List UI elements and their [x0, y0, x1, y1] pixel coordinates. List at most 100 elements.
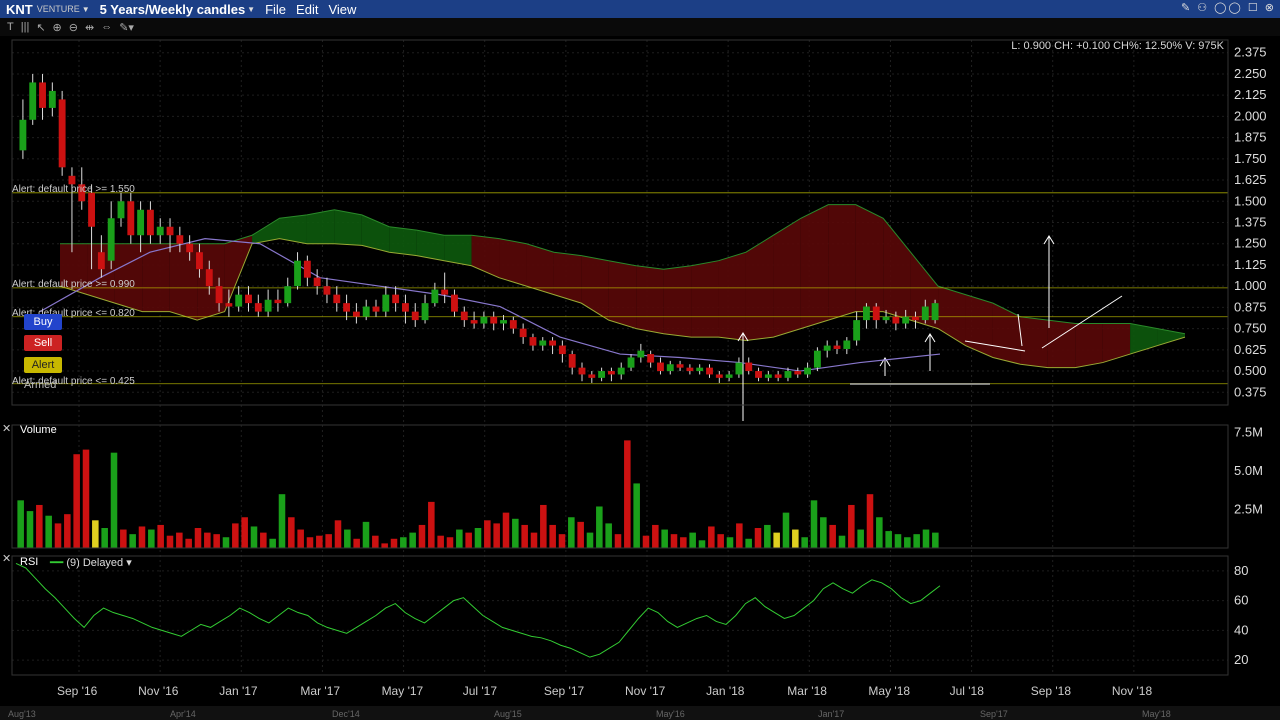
candle-body — [813, 350, 821, 368]
x-tick-label: Nov '17 — [625, 684, 666, 698]
menu-view[interactable]: View — [328, 2, 356, 17]
candle-body — [127, 201, 135, 236]
chevron-down-icon[interactable]: ▾ — [126, 557, 132, 569]
volume-bar — [922, 529, 930, 548]
alert-label-0990[interactable]: Alert: default price >= 0.990 — [12, 279, 135, 290]
sell-button[interactable]: Sell — [24, 335, 62, 351]
candle-body — [402, 303, 409, 312]
volume-bar — [45, 515, 52, 548]
menu-file[interactable]: File — [265, 2, 286, 17]
volume-bar — [754, 528, 762, 548]
volume-bar — [316, 535, 323, 548]
zoom-out-icon[interactable]: ⊖ — [69, 21, 78, 34]
symbol-label[interactable]: KNT — [6, 2, 33, 17]
y-tick-label: 1.625 — [1234, 172, 1267, 187]
candle-body — [627, 357, 635, 368]
period-selector[interactable]: 5 Years/Weekly candles — [100, 2, 246, 17]
candle-body — [382, 294, 390, 312]
candle-body — [647, 354, 655, 363]
alert-button[interactable]: Alert — [24, 357, 62, 373]
buy-button[interactable]: Buy — [24, 314, 62, 330]
volume-bar — [232, 523, 239, 548]
volume-bar — [278, 494, 286, 548]
volume-bar — [428, 501, 435, 548]
volume-bar — [372, 535, 379, 548]
x-tick-label: Jan '18 — [706, 684, 745, 698]
volume-bar — [857, 529, 864, 548]
candle-body — [607, 371, 615, 375]
close-rsi-icon[interactable]: ✕ — [2, 552, 11, 565]
volume-bar — [484, 520, 491, 548]
cloud-segment — [855, 204, 884, 312]
candle-body — [352, 311, 360, 317]
menu-edit[interactable]: Edit — [296, 2, 318, 17]
volume-bar — [614, 534, 622, 548]
volume-panel-title: Volume — [20, 424, 57, 436]
volume-bar — [344, 529, 351, 548]
rsi-params[interactable]: ━━ (9) Delayed ▾ — [50, 556, 132, 569]
volume-bar — [680, 537, 687, 548]
candle-body — [843, 340, 851, 349]
candle-body — [254, 303, 262, 312]
chevron-down-icon[interactable]: ▼ — [247, 5, 255, 14]
volume-bar — [605, 523, 612, 548]
close-volume-icon[interactable]: ✕ — [2, 422, 11, 435]
window-controls[interactable]: ✎ ⚇ ◯◯ ☐ ⊗ — [1181, 1, 1276, 14]
candle-body — [274, 299, 282, 304]
volume-bar — [586, 532, 594, 548]
rsi-panel-title: RSI — [20, 556, 39, 568]
candle-body — [490, 316, 498, 324]
overview-label: May'16 — [656, 709, 685, 719]
volume-bar — [633, 483, 640, 548]
pan-icon[interactable]: ⇹ — [85, 21, 94, 34]
bars-icon[interactable]: ||| — [21, 21, 30, 33]
candle-body — [657, 362, 664, 372]
rsi-line-icon: ━━ — [50, 557, 64, 569]
cloud-segment — [252, 218, 280, 244]
cloud-segment — [636, 265, 664, 334]
volume-bar — [885, 531, 892, 548]
x-tick-label: Nov '18 — [1112, 684, 1153, 698]
y-tick-label: 1.375 — [1234, 215, 1267, 230]
volume-bar — [904, 537, 911, 548]
volume-bar — [512, 518, 519, 548]
volume-bar — [465, 532, 472, 548]
overview-label: Aug'15 — [494, 709, 522, 719]
volume-bar — [26, 511, 34, 548]
volume-bar — [129, 534, 136, 548]
volume-bar — [698, 540, 706, 548]
candle-body — [745, 362, 753, 372]
zoom-in-icon[interactable]: ⊕ — [53, 21, 62, 34]
draw-tool-icon[interactable]: ✎▾ — [119, 21, 134, 34]
candle-body — [696, 367, 704, 372]
candle-body — [362, 306, 370, 317]
volume-bar — [530, 532, 538, 548]
x-tick-label: Jul '17 — [463, 684, 498, 698]
alert-label-1550[interactable]: Alert: default price >= 1.550 — [12, 184, 135, 195]
scroll-icon[interactable]: ⇔ — [101, 21, 112, 33]
volume-bar — [288, 517, 295, 548]
candle-body — [39, 82, 46, 108]
armed-status: Armed — [24, 379, 57, 391]
candle-body — [480, 316, 488, 324]
cloud-segment — [883, 218, 911, 321]
candle-body — [215, 286, 223, 304]
chart-canvas[interactable]: Sep '16 Nov '16 Jan '17 Mar '17 May '17 Jul '… — [0, 36, 1280, 720]
volume-bar — [110, 452, 118, 548]
volume-bar — [932, 532, 939, 548]
chevron-down-icon[interactable]: ▼ — [82, 5, 90, 14]
cloud-segment — [1047, 320, 1076, 368]
cloud-segment — [992, 303, 1021, 365]
exchange-label[interactable]: VENTURE — [37, 4, 80, 14]
cursor-icon[interactable]: ↖ — [36, 21, 45, 34]
volume-bar — [362, 521, 370, 548]
text-tool-icon[interactable]: T — [7, 21, 14, 33]
candle-body — [882, 316, 890, 321]
candle-body — [460, 311, 468, 321]
rsi-tick-label: 20 — [1234, 652, 1248, 667]
volume-bar — [54, 523, 62, 548]
price-info-readout: L: 0.900 CH: +0.100 CH%: 12.50% V: 975K — [1011, 40, 1224, 52]
ichimoku-cloud — [59, 204, 1186, 369]
candle-body — [715, 374, 723, 378]
candle-body — [97, 252, 105, 270]
